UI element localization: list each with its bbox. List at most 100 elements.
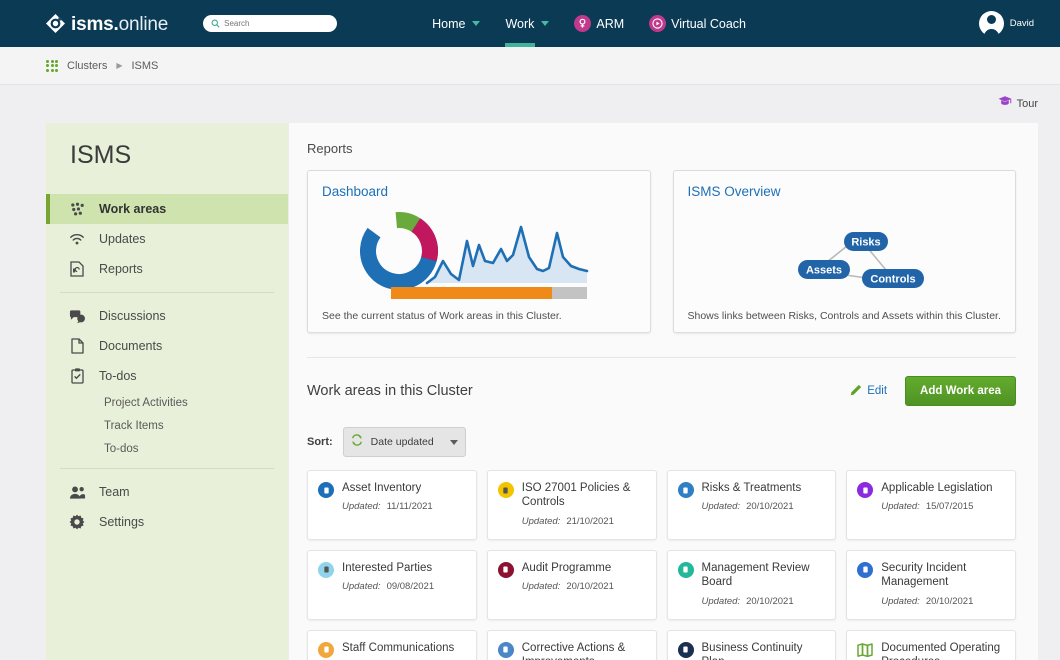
sidebar-item-updates[interactable]: Updates: [46, 224, 288, 254]
work-area-card[interactable]: ISO 27001 Policies & Controls Updated: 21/…: [486, 470, 657, 540]
nav-item-work[interactable]: Work: [505, 0, 550, 47]
work-area-name: Interested Parties: [342, 561, 433, 574]
legislation-icon: [857, 482, 874, 498]
sidebar-label-reports: Reports: [99, 262, 143, 276]
staff-communications-icon: [318, 641, 334, 658]
operating-procedures-icon: [857, 642, 873, 658]
clusters-dots-icon: [46, 59, 58, 72]
work-area-card[interactable]: Staff CommunicationsUpdated:09/08/2021: [307, 629, 477, 660]
app-logo[interactable]: isms.online: [46, 11, 168, 36]
speech-bubbles-icon: [68, 309, 86, 324]
breadcrumb-item-clusters[interactable]: Clusters: [67, 60, 107, 72]
arm-badge-icon: [574, 15, 592, 32]
work-area-card[interactable]: Interested Parties Updated: 09/08/2021: [307, 549, 477, 620]
work-area-updated: Updated: 09/08/2021: [342, 581, 466, 592]
sidebar-item-settings[interactable]: Settings: [46, 507, 288, 537]
work-area-name: Staff Communications: [342, 641, 455, 654]
work-area-card[interactable]: Management Review Board Updated: 20/10/202…: [666, 549, 837, 620]
work-area-card[interactable]: Documented Operating ProceduresUpdated:2…: [846, 629, 1016, 660]
page-body: ISMS Work areas Updates Reports Discussi…: [0, 123, 1060, 660]
sidebar-subitem-project-activities[interactable]: Project Activities: [46, 391, 288, 414]
work-area-card[interactable]: Audit Programme Updated: 20/10/2021: [486, 549, 657, 620]
business-continuity-icon: [677, 641, 694, 658]
edit-button[interactable]: Edit: [850, 384, 887, 399]
work-area-card[interactable]: Risks & Treatments Updated: 20/10/2021: [666, 470, 837, 540]
sidebar-label-work-areas: Work areas: [99, 202, 167, 216]
work-area-card[interactable]: Business Continuity PlanUpdated:09/08/20…: [666, 629, 837, 660]
document-page-icon: [68, 338, 86, 354]
breadcrumb-item-isms[interactable]: ISMS: [132, 60, 159, 72]
user-menu[interactable]: David: [978, 11, 1040, 38]
work-area-card[interactable]: Security Incident Management Updated: 20/1…: [846, 549, 1016, 620]
sidebar-item-documents[interactable]: Documents: [46, 331, 288, 361]
sidebar-item-reports[interactable]: Reports: [46, 254, 288, 284]
report-card-isms-overview[interactable]: ISMS Overview Risks Assets Controls Show…: [672, 170, 1016, 333]
top-navigation-bar: isms.online Home Work ARM Virtual Coach: [0, 0, 1060, 47]
report-cards: Dashboard See the current status of Work…: [307, 170, 1016, 333]
security-incident-icon: [857, 561, 874, 578]
isms-diamond-icon: [46, 14, 65, 33]
work-area-body: Risks & Treatments Updated: 20/10/2021: [702, 481, 826, 527]
report-doc-icon: [68, 261, 86, 277]
interested-parties-icon: [318, 561, 334, 578]
breadcrumb: Clusters ▶ ISMS: [0, 47, 1060, 85]
logo-text-light: online: [118, 14, 169, 35]
search-box[interactable]: [203, 15, 338, 32]
sort-dropdown[interactable]: Date updated: [342, 427, 466, 457]
dashboard-chart-art: [322, 199, 636, 310]
sidebar-label-updates: Updates: [99, 232, 146, 246]
work-area-updated-date: 20/10/2021: [566, 581, 614, 593]
work-area-body: Asset Inventory Updated: 11/11/2021: [342, 481, 466, 527]
work-area-updated-label: Updated:: [342, 501, 381, 513]
report-card-dashboard[interactable]: Dashboard See the current status of Work…: [307, 170, 651, 333]
search-input[interactable]: [224, 19, 330, 28]
gear-icon: [68, 514, 86, 530]
work-area-body: Management Review Board Updated: 20/10/202…: [702, 561, 826, 607]
nav-item-home[interactable]: Home: [432, 0, 481, 47]
work-area-card[interactable]: Asset Inventory Updated: 11/11/2021: [307, 470, 477, 540]
nav-item-virtual-coach[interactable]: Virtual Coach: [649, 0, 746, 47]
add-work-area-button[interactable]: Add Work area: [905, 376, 1016, 406]
work-area-updated-date: 21/10/2021: [566, 515, 614, 527]
work-area-name: Risks & Treatments: [701, 482, 802, 494]
reports-heading: Reports: [307, 141, 353, 156]
sidebar-subitem-todos[interactable]: To-dos: [46, 437, 288, 460]
network-graph-art: Risks Assets Controls: [688, 199, 1002, 310]
sidebar-item-todos[interactable]: To-dos: [46, 361, 288, 391]
nav-label-arm: ARM: [596, 16, 625, 31]
work-area-updated-label: Updated:: [342, 581, 381, 593]
work-areas-heading: Work areas in this Cluster: [307, 383, 473, 399]
report-card-isms-overview-title: ISMS Overview: [687, 184, 781, 199]
edit-label: Edit: [867, 385, 888, 397]
work-area-grid: Asset Inventory Updated: 11/11/2021 ISO 270…: [307, 470, 1016, 660]
sidebar-subitem-track-items[interactable]: Track Items: [46, 414, 288, 437]
nav-label-work: Work: [505, 16, 535, 31]
work-area-body: Security Incident Management Updated: 20/1…: [881, 561, 1005, 607]
chevron-down-icon: [472, 21, 481, 26]
svg-text:Risks: Risks: [852, 236, 881, 248]
sidebar-item-work-areas[interactable]: Work areas: [46, 194, 288, 224]
report-card-dashboard-description: See the current status of Work areas in …: [322, 310, 562, 322]
report-card-dashboard-title: Dashboard: [322, 184, 389, 199]
nav-label-home: Home: [432, 16, 466, 31]
work-area-body: Staff CommunicationsUpdated:09/08/2021: [342, 641, 466, 660]
work-areas-header: Work areas in this Cluster Edit Add Work…: [307, 376, 1016, 406]
work-area-name: Business Continuity Plan: [701, 641, 803, 660]
work-area-updated-date: 20/10/2021: [746, 501, 794, 513]
sidebar-item-discussions[interactable]: Discussions: [46, 301, 288, 331]
clipboard-check-icon: [68, 368, 86, 384]
work-area-body: Business Continuity PlanUpdated:09/08/20…: [702, 641, 826, 660]
work-area-name: Management Review Board: [701, 561, 810, 589]
sidebar-label-todos: To-dos: [99, 369, 137, 383]
people-icon: [68, 485, 86, 500]
work-area-updated: Updated: 20/10/2021: [522, 581, 646, 592]
asset-inventory-icon: [318, 482, 334, 498]
nav-item-arm[interactable]: ARM: [574, 0, 624, 47]
work-area-body: ISO 27001 Policies & Controls Updated: 21/…: [522, 481, 646, 527]
work-area-card[interactable]: Applicable Legislation Updated: 15/07/2015: [846, 470, 1016, 540]
tour-button[interactable]: Tour: [998, 95, 1038, 113]
work-area-card[interactable]: Corrective Actions & ImprovementsUpdated…: [486, 629, 657, 660]
work-area-updated: Updated: 21/10/2021: [522, 516, 646, 527]
sidebar-item-team[interactable]: Team: [46, 477, 288, 507]
work-area-updated-date: 11/11/2021: [386, 501, 433, 513]
